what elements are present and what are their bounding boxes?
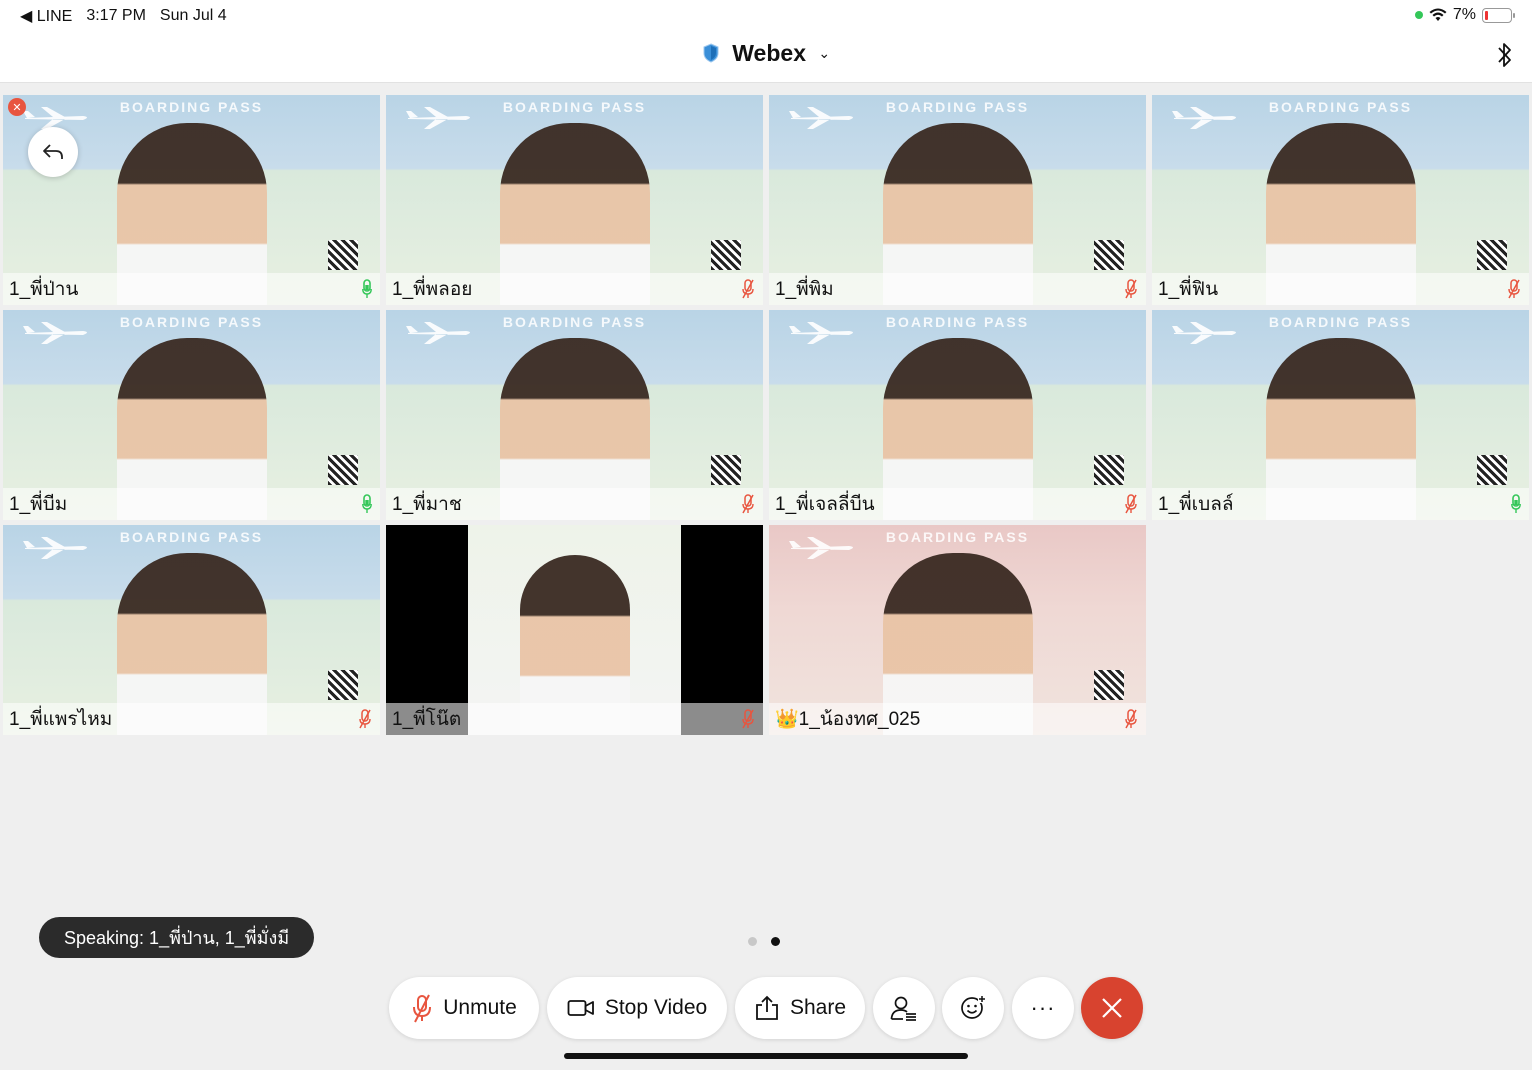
qr-code bbox=[1477, 240, 1507, 270]
mic-muted-icon bbox=[413, 994, 432, 1023]
page-indicator[interactable] bbox=[748, 937, 780, 946]
participant-tile[interactable]: BOARDING PASS 1_พี่พลอย bbox=[386, 95, 763, 305]
participant-name-bar: 1_พี่ป่าน bbox=[3, 273, 380, 305]
qr-code bbox=[711, 455, 741, 485]
participant-name: 1_พี่เบลล์ bbox=[1158, 494, 1234, 515]
qr-code bbox=[1094, 455, 1124, 485]
participant-name: 1_พี่พลอย bbox=[392, 279, 473, 300]
bluetooth-icon[interactable] bbox=[1494, 40, 1516, 70]
qr-code bbox=[1477, 455, 1507, 485]
participant-name-bar: 1_พี่พิม bbox=[769, 273, 1146, 305]
muted-badge-icon: ✕ bbox=[8, 98, 26, 116]
share-button[interactable]: Share bbox=[735, 977, 865, 1039]
participant-name-bar: 👑1_น้องทศ_025 bbox=[769, 703, 1146, 735]
video-camera-icon bbox=[567, 1000, 594, 1016]
mic-muted-icon bbox=[1508, 279, 1520, 299]
mic-muted-icon bbox=[742, 279, 754, 299]
participant-tile[interactable]: BOARDING PASS 1_พี่ป่าน ✕ bbox=[3, 95, 380, 305]
emoji-icon bbox=[961, 995, 986, 1019]
battery-icon bbox=[1482, 7, 1515, 23]
back-to-line-link[interactable]: ◀ LINE bbox=[20, 6, 72, 26]
participant-tile[interactable]: BOARDING PASS 1_พี่บีม bbox=[3, 310, 380, 520]
mic-muted-icon bbox=[1125, 709, 1137, 729]
mic-on-icon bbox=[362, 279, 372, 298]
unmute-button[interactable]: Unmute bbox=[389, 977, 539, 1039]
page-dot-1[interactable] bbox=[748, 937, 757, 946]
qr-code bbox=[1094, 670, 1124, 700]
participant-name: 1_พี่โน๊ต bbox=[392, 709, 462, 730]
stop-video-button[interactable]: Stop Video bbox=[547, 977, 727, 1039]
chevron-down-icon: ⌄ bbox=[818, 45, 831, 61]
participant-name-bar: 1_พี่เจลลี่บีน bbox=[769, 488, 1146, 520]
date: Sun Jul 4 bbox=[159, 7, 227, 24]
participant-name-bar: 1_พี่บีม bbox=[3, 488, 380, 520]
qr-code bbox=[328, 240, 358, 270]
end-call-button[interactable] bbox=[1081, 977, 1143, 1039]
share-icon bbox=[756, 995, 778, 1020]
more-options-button[interactable]: ··· bbox=[1012, 977, 1074, 1039]
page-dot-2[interactable] bbox=[771, 937, 780, 946]
unmute-label: Unmute bbox=[443, 996, 517, 1019]
participant-tile[interactable]: BOARDING PASS 1_พี่เจลลี่บีน bbox=[769, 310, 1146, 520]
participant-tile[interactable]: BOARDING PASS 1_พี่มาช bbox=[386, 310, 763, 520]
participant-tile[interactable]: BOARDING PASS 👑1_น้องทศ_025 bbox=[769, 525, 1146, 735]
participant-name-bar: 1_พี่เบลล์ bbox=[1152, 488, 1529, 520]
close-icon bbox=[1102, 998, 1122, 1018]
reactions-button[interactable] bbox=[942, 977, 1004, 1039]
mic-on-icon bbox=[362, 494, 372, 513]
qr-code bbox=[328, 670, 358, 700]
mic-muted-icon bbox=[359, 709, 371, 729]
mic-on-icon bbox=[1511, 494, 1521, 513]
stop-video-label: Stop Video bbox=[604, 996, 708, 1019]
participant-name: 1_พี่มาช bbox=[392, 494, 462, 515]
participant-tile[interactable]: BOARDING PASS 1_พี่เบลล์ bbox=[1152, 310, 1529, 520]
participant-tile[interactable]: BOARDING PASS 1_พี่พิม bbox=[769, 95, 1146, 305]
qr-code bbox=[711, 240, 741, 270]
speaking-text: Speaking: 1_พี่ป่าน, 1_พี่มั่งมี bbox=[64, 928, 290, 948]
participant-tile[interactable]: BOARDING PASS 1_พี่ฟิน bbox=[1152, 95, 1529, 305]
participant-tile[interactable]: BOARDING PASS 1_พี่แพรไหม bbox=[3, 525, 380, 735]
participant-name: 1_พี่พิม bbox=[775, 279, 834, 300]
battery-percent: 7% bbox=[1452, 6, 1476, 23]
qr-code bbox=[328, 455, 358, 485]
participants-button[interactable] bbox=[873, 977, 935, 1039]
participant-name-bar: 1_พี่โน๊ต bbox=[386, 703, 763, 735]
participant-name-bar: 1_พี่มาช bbox=[386, 488, 763, 520]
participant-name: 1_พี่บีม bbox=[9, 494, 68, 515]
participant-name: 1_พี่ฟิน bbox=[1158, 279, 1219, 300]
mic-muted-icon bbox=[742, 709, 754, 729]
participant-name-bar: 1_พี่พลอย bbox=[386, 273, 763, 305]
status-bar: ◀ LINE 3:17 PM Sun Jul 4 7% bbox=[0, 0, 1532, 30]
mic-muted-icon bbox=[1125, 279, 1137, 299]
mic-muted-icon bbox=[1125, 494, 1137, 514]
wifi-icon bbox=[1429, 8, 1447, 21]
participant-name: 1_พี่เจลลี่บีน bbox=[775, 494, 875, 515]
participant-name: 1_พี่ป่าน bbox=[9, 279, 79, 300]
mic-muted-icon bbox=[742, 494, 754, 514]
back-arrow-icon bbox=[43, 144, 63, 159]
qr-code bbox=[1094, 240, 1124, 270]
participant-name-bar: 1_พี่ฟิน bbox=[1152, 273, 1529, 305]
participant-name: 👑1_น้องทศ_025 bbox=[775, 709, 921, 730]
app-title: Webex bbox=[732, 40, 806, 66]
more-icon: ··· bbox=[1030, 995, 1056, 1020]
mic-in-use-indicator bbox=[1414, 11, 1423, 19]
clock-time: 3:17 PM bbox=[86, 7, 146, 24]
home-indicator[interactable] bbox=[564, 1053, 968, 1059]
meeting-title[interactable]: Webex ⌄ bbox=[0, 40, 1532, 67]
back-button[interactable] bbox=[28, 127, 78, 177]
share-label: Share bbox=[789, 996, 847, 1019]
participants-icon bbox=[890, 996, 916, 1021]
shield-icon bbox=[703, 43, 719, 63]
speaking-indicator: Speaking: 1_พี่ป่าน, 1_พี่มั่งมี bbox=[39, 917, 315, 958]
meeting-header: Webex ⌄ bbox=[0, 30, 1532, 83]
participant-name: 1_พี่แพรไหม bbox=[9, 709, 113, 730]
participant-tile[interactable]: 1_พี่โน๊ต bbox=[386, 525, 763, 735]
participant-name-bar: 1_พี่แพรไหม bbox=[3, 703, 380, 735]
